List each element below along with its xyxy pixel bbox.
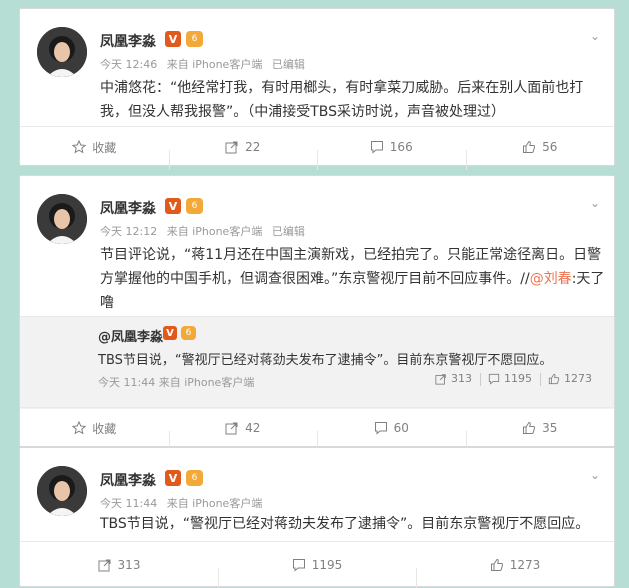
chevron-down-icon[interactable]: ⌄ (590, 468, 600, 482)
level-badge[interactable]: 6 (186, 198, 203, 214)
repost-icon (225, 141, 238, 154)
post-card: 凤凰李淼 V 6 ⌄ 今天 12:12 来自 iPhone客户端 已编辑 节目评… (19, 175, 615, 451)
favorite-button[interactable]: 收藏 (20, 420, 169, 437)
like-count: 56 (542, 140, 558, 154)
post-source: 来自 iPhone客户端 (166, 497, 263, 510)
repost-button[interactable]: 22 (168, 140, 318, 170)
repost-icon (98, 559, 111, 572)
like-count: 1273 (509, 558, 541, 572)
post-card: 凤凰李淼 V 6 ⌄ 今天 12:46 来自 iPhone客户端 已编辑 中浦悠… (19, 8, 615, 170)
star-icon (72, 421, 87, 435)
repost-count: 42 (245, 421, 261, 435)
post-time[interactable]: 今天 12:12 (100, 225, 157, 238)
verified-badge[interactable]: V (163, 326, 177, 340)
chevron-down-icon[interactable]: ⌄ (590, 29, 600, 43)
like-button[interactable]: 35 (465, 421, 615, 451)
verified-badge[interactable]: V (165, 470, 181, 486)
comment-icon (488, 373, 500, 385)
like-count: 1273 (564, 372, 592, 385)
repost-box[interactable]: @凤凰李淼 V 6 TBS节目说，“警视厅已经对蒋劲夫发布了逮捕令”。目前东京警… (20, 316, 614, 409)
repost-repost-button[interactable]: 313 (427, 372, 480, 385)
action-bar: 313 1195 1273 (20, 541, 614, 588)
post-source: 来自 iPhone客户端 (166, 58, 263, 71)
comment-count: 60 (393, 421, 409, 435)
repost-like-button[interactable]: 1273 (540, 372, 600, 386)
comment-button[interactable]: 60 (317, 421, 466, 451)
post-text-body: 节目评论说，“蒋11月还在中国主演新戏，已经拍完了。只能正常途径离日。日警方掌握… (100, 247, 602, 287)
comment-button[interactable]: 166 (317, 140, 466, 170)
comment-icon (374, 422, 387, 435)
post-source: 来自 iPhone客户端 (166, 225, 263, 238)
post-time[interactable]: 今天 12:46 (100, 58, 157, 71)
thumbs-up-icon (523, 140, 536, 153)
post-card: 凤凰李淼 V 6 ⌄ 今天 11:44 来自 iPhone客户端 TBS节目说，… (19, 447, 615, 588)
post-time[interactable]: 今天 11:44 (100, 497, 157, 510)
repost-count: 22 (245, 140, 261, 154)
like-button[interactable]: 56 (465, 140, 615, 170)
thumbs-up-icon (548, 373, 560, 384)
mention-link[interactable]: @刘春 (530, 271, 572, 287)
author-name[interactable]: 凤凰李淼 (100, 470, 156, 490)
comment-icon (292, 559, 305, 572)
action-bar: 收藏 42 60 35 (20, 407, 615, 451)
chevron-down-icon[interactable]: ⌄ (590, 196, 600, 210)
like-button[interactable]: 1273 (416, 558, 614, 588)
post-text: 节目评论说，“蒋11月还在中国主演新戏，已经拍完了。只能正常途径离日。日警方掌握… (100, 243, 608, 315)
favorite-label: 收藏 (92, 421, 117, 436)
post-meta: 今天 12:12 来自 iPhone客户端 已编辑 (100, 223, 311, 239)
avatar[interactable] (37, 194, 87, 244)
comment-count: 1195 (311, 558, 343, 572)
favorite-label: 收藏 (92, 140, 117, 155)
comment-count: 166 (389, 140, 413, 154)
avatar[interactable] (37, 466, 87, 516)
comment-icon (370, 141, 383, 154)
repost-meta: 今天 11:44 来自 iPhone客户端 (98, 374, 254, 390)
author-name[interactable]: 凤凰李淼 (100, 198, 156, 218)
repost-icon (435, 373, 446, 385)
comment-button[interactable]: 1195 (218, 558, 416, 588)
favorite-button[interactable]: 收藏 (20, 139, 169, 156)
verified-badge[interactable]: V (165, 198, 181, 214)
repost-count: 313 (117, 558, 141, 572)
avatar[interactable] (37, 27, 87, 77)
repost-stats: 313 1195 1273 (427, 372, 600, 386)
star-icon (72, 140, 87, 154)
post-text: TBS节目说，“警视厅已经对蒋劲夫发布了逮捕令”。目前东京警视厅不愿回应。 (100, 516, 590, 532)
level-badge[interactable]: 6 (186, 31, 203, 47)
edited-label: 已编辑 (271, 225, 305, 238)
action-bar: 收藏 22 166 56 (20, 126, 615, 170)
author-name[interactable]: 凤凰李淼 (100, 31, 156, 51)
repost-comment-button[interactable]: 1195 (480, 372, 540, 386)
thumbs-up-icon (490, 558, 503, 571)
comment-count: 1195 (504, 372, 532, 385)
verified-badge[interactable]: V (165, 31, 181, 47)
edited-label: 已编辑 (271, 58, 305, 71)
post-text: 中浦悠花：“他经常打我，有时用榔头，有时拿菜刀威胁。后来在别人面前也打我，但没人… (100, 80, 584, 120)
thumbs-up-icon (523, 421, 536, 434)
repost-button[interactable]: 42 (168, 421, 318, 451)
repost-author[interactable]: @凤凰李淼 (98, 326, 163, 345)
repost-time[interactable]: 今天 11:44 (98, 376, 155, 389)
repost-source: 来自 iPhone客户端 (158, 376, 255, 389)
post-meta: 今天 12:46 来自 iPhone客户端 已编辑 (100, 56, 311, 72)
level-badge[interactable]: 6 (186, 470, 203, 486)
like-count: 35 (542, 421, 558, 435)
level-badge[interactable]: 6 (181, 326, 196, 340)
repost-button[interactable]: 313 (20, 558, 218, 572)
repost-icon (225, 422, 238, 435)
repost-text: TBS节目说，“警视厅已经对蒋劲夫发布了逮捕令”。目前东京警视厅不愿回应。 (98, 353, 553, 368)
repost-count: 313 (451, 372, 472, 385)
post-meta: 今天 11:44 来自 iPhone客户端 (100, 495, 268, 511)
